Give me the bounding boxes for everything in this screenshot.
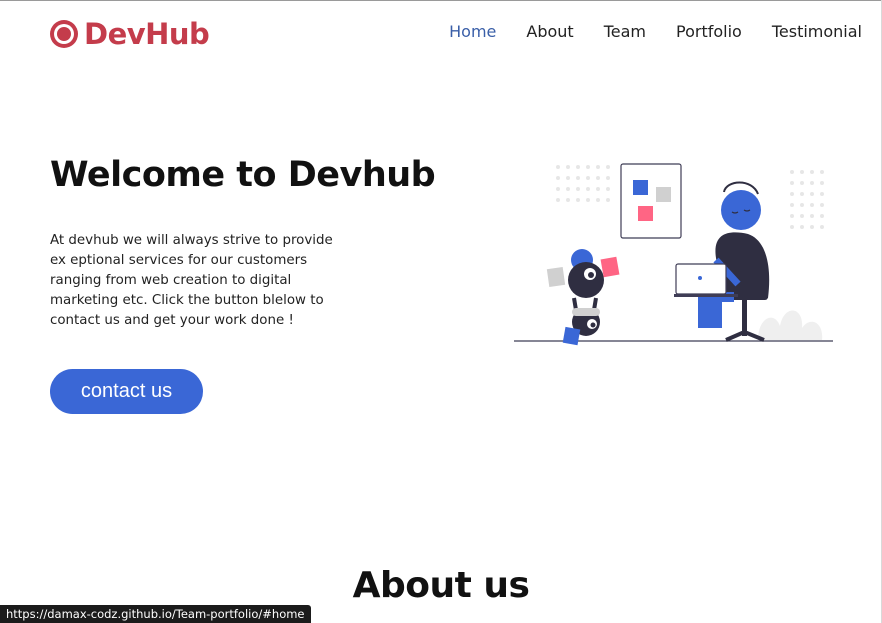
nav-item-home[interactable]: Home <box>449 22 496 42</box>
logo-link[interactable]: DevHub <box>50 16 210 52</box>
dot-grid-left <box>556 165 610 202</box>
browser-status-url: https://damax-codz.github.io/Team-portfo… <box>0 605 311 623</box>
person-working-laptop-illustration <box>514 163 833 346</box>
nav-item-testimonial[interactable]: Testimonial <box>772 22 862 42</box>
contact-us-button[interactable]: contact us <box>50 369 203 414</box>
dot-grid-right <box>790 170 824 229</box>
nav-item-about[interactable]: About <box>526 22 573 42</box>
nav-item-portfolio[interactable]: Portfolio <box>676 22 742 42</box>
about-section-title: About us <box>352 565 530 606</box>
nav-item-team[interactable]: Team <box>604 22 646 42</box>
logo-icon <box>50 20 78 48</box>
window-top-border <box>0 0 882 1</box>
whiteboard <box>620 163 682 239</box>
hero-title: Welcome to Devhub <box>50 155 436 195</box>
hero-description: At devhub we will always strive to provi… <box>50 233 333 328</box>
logo-text: DevHub <box>84 17 210 51</box>
main-nav: Home About Team Portfolio Testimonial <box>419 22 862 42</box>
